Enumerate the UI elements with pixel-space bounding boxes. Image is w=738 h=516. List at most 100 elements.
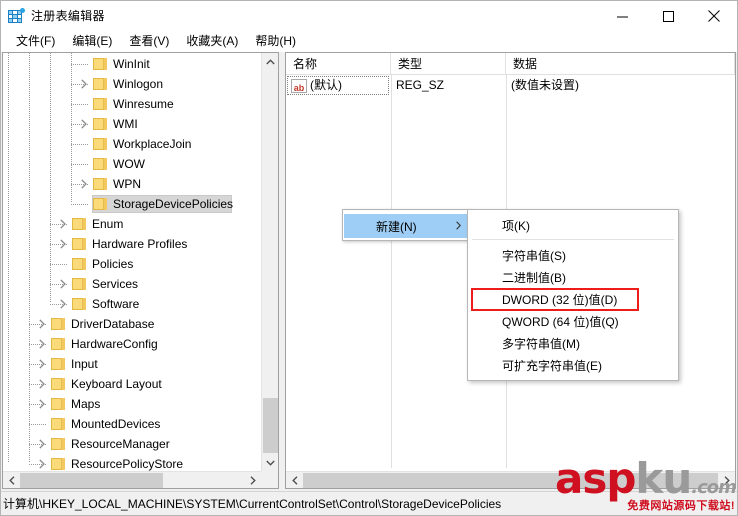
value-type-cell: REG_SZ	[396, 78, 445, 92]
expand-chevron-icon[interactable]	[34, 334, 50, 354]
table-row[interactable]: (默认) REG_SZ (数值未设置)	[286, 75, 735, 99]
scroll-right-icon[interactable]	[244, 472, 261, 488]
tree-item-label: Services	[92, 277, 139, 291]
tree-item[interactable]: DriverDatabase	[3, 314, 261, 334]
tree-item[interactable]: Maps	[3, 394, 261, 414]
menu-edit[interactable]: 编辑(E)	[64, 32, 121, 51]
context-submenu-item[interactable]: 项(K)	[468, 214, 678, 236]
tree-item[interactable]: Winresume	[3, 94, 261, 114]
scroll-down-icon[interactable]	[262, 454, 278, 471]
maximize-icon[interactable]	[645, 1, 691, 31]
expand-chevron-icon[interactable]	[34, 354, 50, 374]
tree-item[interactable]: Policies	[3, 254, 261, 274]
registry-editor-window: 注册表编辑器 文件(F) 编辑(E) 查看(V) 收藏夹(A) 帮助(H) Wi…	[0, 0, 738, 516]
tree-item-label: WinInit	[113, 57, 150, 71]
value-name-cell[interactable]: (默认)	[287, 76, 389, 99]
expand-chevron-icon[interactable]	[55, 214, 71, 234]
tree-hscroll-thumb[interactable]	[20, 473, 163, 488]
folder-icon	[50, 436, 66, 452]
tree-item[interactable]: ResourceManager	[3, 434, 261, 454]
context-menu-item-new[interactable]: 新建(N)	[344, 214, 471, 238]
folder-icon	[92, 116, 108, 132]
tree-vertical-scrollbar[interactable]	[261, 53, 278, 471]
tree-item[interactable]: Hardware Profiles	[3, 234, 261, 254]
expand-chevron-icon[interactable]	[34, 394, 50, 414]
menu-file[interactable]: 文件(F)	[8, 32, 64, 51]
folder-icon	[92, 196, 108, 212]
tree-item[interactable]: Services	[3, 274, 261, 294]
context-submenu-item[interactable]: 字符串值(S)	[468, 244, 678, 266]
context-submenu-item[interactable]: 多字符串值(M)	[468, 332, 678, 354]
context-submenu-item[interactable]: 二进制值(B)	[468, 266, 678, 288]
context-submenu-new[interactable]: 项(K) 字符串值(S) 二进制值(B) DWORD (32 位)值(D) QWORD …	[467, 209, 679, 381]
list-scroll-right-icon[interactable]	[718, 472, 735, 488]
folder-icon	[92, 176, 108, 192]
title-bar: 注册表编辑器	[1, 1, 737, 31]
tree-item[interactable]: Keyboard Layout	[3, 374, 261, 394]
expand-chevron-icon[interactable]	[76, 74, 92, 94]
status-bar: 计算机\HKEY_LOCAL_MACHINE\SYSTEM\CurrentCon…	[1, 491, 737, 515]
context-submenu-item[interactable]: 可扩充字符串值(E)	[468, 354, 678, 376]
tree-item-label: Keyboard Layout	[71, 377, 162, 391]
tree-item[interactable]: MountedDevices	[3, 414, 261, 434]
folder-icon	[71, 216, 87, 232]
status-path: 计算机\HKEY_LOCAL_MACHINE\SYSTEM\CurrentCon…	[3, 497, 502, 511]
tree-item-label: StorageDevicePolicies	[113, 197, 234, 211]
scroll-left-icon[interactable]	[3, 472, 20, 488]
folder-icon	[92, 96, 108, 112]
context-menu-new-label: 新建(N)	[376, 219, 417, 234]
context-submenu-item[interactable]: DWORD (32 位)值(D)	[468, 288, 678, 310]
tree-item[interactable]: Enum	[3, 214, 261, 234]
expand-chevron-icon[interactable]	[34, 434, 50, 454]
folder-icon	[92, 156, 108, 172]
column-header[interactable]: 数据	[506, 53, 735, 75]
column-header[interactable]: 名称	[286, 53, 391, 75]
registry-tree[interactable]: WinInit Winlogon Winresume WMI WorkplaceJoin…	[3, 53, 261, 472]
tree-item-label: Winresume	[113, 97, 174, 111]
folder-icon	[71, 256, 87, 272]
tree-scroll-corner	[261, 471, 278, 488]
tree-item[interactable]: WPN	[3, 174, 261, 194]
tree-item[interactable]: Input	[3, 354, 261, 374]
registry-tree-pane[interactable]: WinInit Winlogon Winresume WMI WorkplaceJoin…	[2, 52, 279, 489]
expand-chevron-icon[interactable]	[55, 274, 71, 294]
tree-item[interactable]: ResourcePolicyStore	[3, 454, 261, 472]
folder-icon	[71, 296, 87, 312]
expand-chevron-icon[interactable]	[34, 314, 50, 334]
list-scroll-left-icon[interactable]	[286, 472, 303, 488]
tree-item[interactable]: WorkplaceJoin	[3, 134, 261, 154]
scroll-up-icon[interactable]	[262, 53, 278, 70]
menu-view[interactable]: 查看(V)	[121, 32, 178, 51]
expand-chevron-icon[interactable]	[55, 234, 71, 254]
expand-chevron-icon[interactable]	[76, 114, 92, 134]
tree-item[interactable]: Software	[3, 294, 261, 314]
column-header[interactable]: 类型	[391, 53, 506, 75]
expand-chevron-icon[interactable]	[34, 454, 50, 472]
tree-item[interactable]: Winlogon	[3, 74, 261, 94]
context-submenu-item[interactable]: QWORD (64 位)值(Q)	[468, 310, 678, 332]
list-horizontal-scrollbar[interactable]	[286, 471, 735, 488]
tree-scroll-thumb[interactable]	[263, 398, 278, 453]
expand-chevron-icon[interactable]	[55, 294, 71, 314]
context-menu-parent[interactable]: 新建(N)	[342, 209, 472, 241]
expand-chevron-icon[interactable]	[34, 374, 50, 394]
tree-item[interactable]: StorageDevicePolicies	[3, 194, 261, 214]
folder-icon	[71, 276, 87, 292]
folder-icon	[50, 396, 66, 412]
tree-item[interactable]: WinInit	[3, 54, 261, 74]
menu-help[interactable]: 帮助(H)	[247, 32, 305, 51]
tree-item[interactable]: WMI	[3, 114, 261, 134]
list-hscroll-thumb[interactable]	[303, 473, 718, 488]
tree-item[interactable]: HardwareConfig	[3, 334, 261, 354]
close-icon[interactable]	[691, 1, 737, 31]
tree-item-label: Software	[92, 297, 140, 311]
expand-chevron-icon[interactable]	[76, 174, 92, 194]
folder-icon	[71, 236, 87, 252]
tree-item-label: Maps	[71, 397, 101, 411]
tree-item-label: WMI	[113, 117, 138, 131]
tree-item[interactable]: WOW	[3, 154, 261, 174]
tree-horizontal-scrollbar[interactable]	[3, 471, 261, 488]
menu-favorites[interactable]: 收藏夹(A)	[178, 32, 247, 51]
minimize-icon[interactable]	[599, 1, 645, 31]
